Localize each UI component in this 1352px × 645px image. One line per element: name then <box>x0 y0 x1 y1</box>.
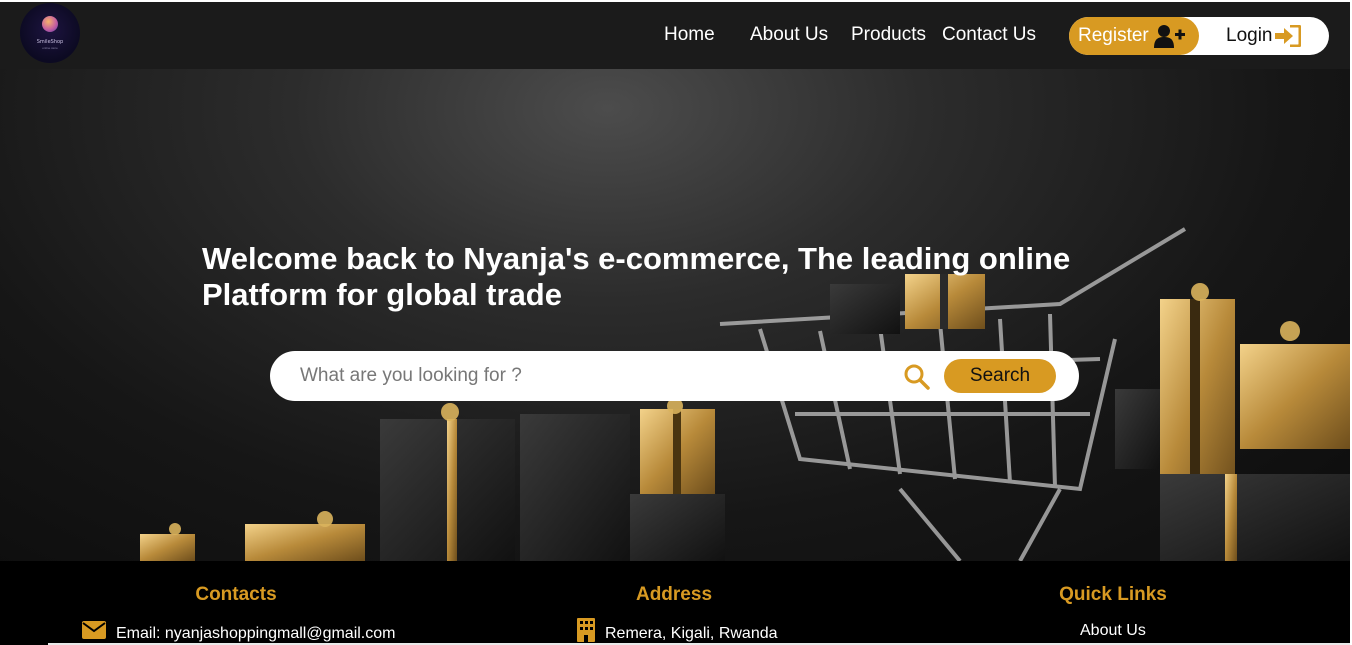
login-label: Login <box>1226 25 1273 46</box>
register-label: Register <box>1078 25 1149 46</box>
search-input[interactable] <box>300 361 860 391</box>
search-icon[interactable] <box>904 364 930 390</box>
auth-buttons: Register Login <box>1069 17 1329 55</box>
logo-mark <box>42 16 58 32</box>
envelope-icon <box>82 621 106 639</box>
register-button[interactable]: Register <box>1069 17 1199 55</box>
building-icon <box>577 618 595 642</box>
hero-background-image <box>140 227 1350 561</box>
address-heading: Address <box>635 584 713 605</box>
hero-banner: Welcome back to Nyanja's e-commerce, The… <box>0 69 1350 561</box>
footer: Contacts Address Quick Links Email: nyan… <box>0 561 1350 645</box>
nav-products[interactable]: Products <box>851 24 926 46</box>
logo-text: SmileShop <box>36 39 64 45</box>
contacts-heading: Contacts <box>195 584 277 605</box>
address-text: Remera, Kigali, Rwanda <box>605 625 778 642</box>
search-button[interactable]: Search <box>944 359 1056 393</box>
quick-links-heading: Quick Links <box>1059 584 1167 605</box>
user-plus-icon <box>1154 25 1185 48</box>
contact-email: Email: nyanjashoppingmall@gmail.com <box>116 625 396 642</box>
page: SmileShop online store Home About Us Pro… <box>0 0 1352 645</box>
nav-contact-us[interactable]: Contact Us <box>942 24 1036 46</box>
search-bar: Search <box>270 351 1079 401</box>
login-button[interactable]: Login <box>1226 17 1326 55</box>
sign-in-icon <box>1275 25 1301 47</box>
logo[interactable]: SmileShop online store <box>20 3 80 63</box>
nav-about-us[interactable]: About Us <box>750 24 828 46</box>
footer-link-about-us[interactable]: About Us <box>1080 622 1146 640</box>
hero-title: Welcome back to Nyanja's e-commerce, The… <box>202 241 1071 312</box>
navbar: SmileShop online store Home About Us Pro… <box>0 2 1350 69</box>
nav-home[interactable]: Home <box>664 24 715 46</box>
logo-subtext: online store <box>42 46 58 50</box>
